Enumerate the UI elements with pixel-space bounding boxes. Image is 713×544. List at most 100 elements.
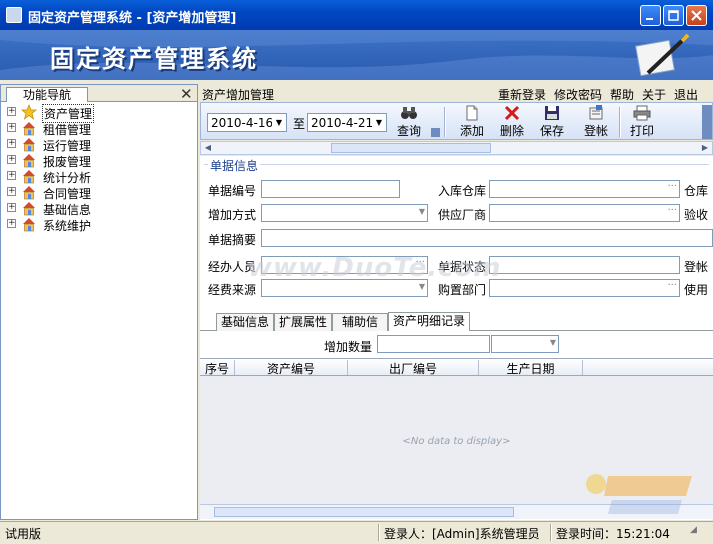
delete-label: 删除 bbox=[499, 124, 524, 138]
section-title: 单据信息 bbox=[208, 157, 261, 174]
tab-nav[interactable]: 功能导航 bbox=[6, 87, 89, 102]
help-link[interactable]: 帮助 bbox=[610, 86, 634, 103]
expand-icon[interactable]: + bbox=[7, 187, 16, 196]
expand-icon[interactable]: + bbox=[7, 107, 16, 116]
resize-grip-icon[interactable]: ◢ bbox=[690, 525, 697, 535]
doc-status-input[interactable] bbox=[489, 256, 680, 274]
toolbar-overflow-icon[interactable] bbox=[702, 105, 712, 139]
toolbar-scrollbar[interactable]: ◀ ▶ bbox=[200, 141, 713, 155]
tab-extended[interactable]: 扩展属性 bbox=[274, 313, 332, 331]
nav-panel-header: 功能导航 ✕ bbox=[1, 85, 197, 103]
scroll-thumb[interactable] bbox=[214, 507, 514, 517]
summary-label: 单据摘要 bbox=[208, 233, 257, 247]
chevron-down-icon[interactable]: ▼ bbox=[419, 282, 425, 291]
nav-item-label: 运行管理 bbox=[43, 139, 92, 153]
change-password-link[interactable]: 修改密码 bbox=[554, 86, 602, 103]
banner: 固定资产管理系统 bbox=[0, 30, 713, 80]
maximize-button[interactable] bbox=[663, 5, 684, 26]
query-label: 查询 bbox=[396, 124, 421, 138]
post-button[interactable]: 登帐 bbox=[581, 105, 611, 139]
minimize-icon bbox=[646, 18, 653, 20]
doc-no-input[interactable] bbox=[261, 180, 400, 198]
page-title: 资产增加管理 bbox=[202, 88, 275, 102]
delete-button[interactable]: 删除 bbox=[497, 105, 527, 139]
expand-icon[interactable]: + bbox=[7, 171, 16, 180]
expand-icon[interactable]: + bbox=[7, 123, 16, 132]
brand-title: 固定资产管理系统 bbox=[50, 45, 258, 73]
tab-basic-info[interactable]: 基础信息 bbox=[216, 313, 274, 331]
ellipsis-icon[interactable]: ··· bbox=[667, 181, 677, 192]
supplier-input[interactable]: ··· bbox=[489, 204, 680, 222]
chevron-down-icon[interactable]: ▼ bbox=[550, 338, 556, 347]
pen-icon bbox=[635, 33, 690, 77]
house-icon bbox=[23, 138, 35, 152]
relogin-link[interactable]: 重新登录 bbox=[498, 86, 546, 103]
add-method-label: 增加方式 bbox=[208, 208, 257, 222]
toolbar-separator bbox=[619, 107, 621, 137]
col-seq[interactable]: 序号 bbox=[200, 360, 235, 376]
date-from-value: 2010-4-16 bbox=[211, 116, 274, 130]
document-form: 单据信息 单据编号 入库仓库 ··· 仓库 增加方式 ▼ 供应厂商 ··· 验收… bbox=[200, 156, 713, 311]
print-button[interactable]: 打印 bbox=[627, 105, 657, 139]
detail-tabs: 基础信息 扩展属性 辅助信息 资产明细记录 bbox=[200, 311, 713, 345]
toolbar-grip-icon[interactable] bbox=[431, 128, 440, 137]
chevron-down-icon[interactable]: ▼ bbox=[372, 114, 386, 131]
close-icon bbox=[691, 10, 702, 21]
warehouse-in-input[interactable]: ··· bbox=[489, 180, 680, 198]
tab-auxiliary[interactable]: 辅助信息 bbox=[332, 313, 388, 345]
trial-status: 试用版 bbox=[5, 527, 42, 541]
expand-icon[interactable]: + bbox=[7, 219, 16, 228]
post-status-label: 登帐 bbox=[684, 260, 709, 274]
nav-close-icon[interactable]: ✕ bbox=[180, 85, 193, 103]
close-button[interactable] bbox=[686, 5, 707, 26]
about-link[interactable]: 关于 bbox=[642, 86, 666, 103]
watermark-text: www.DuoTe.com bbox=[248, 253, 502, 283]
expand-icon[interactable]: + bbox=[7, 139, 16, 148]
col-factory-no[interactable]: 出厂编号 bbox=[348, 360, 479, 376]
purchase-dept-label: 购置部门 bbox=[438, 283, 487, 297]
new-document-icon bbox=[466, 105, 478, 121]
date-separator: 至 bbox=[293, 117, 306, 131]
purchase-dept-input[interactable]: ··· bbox=[489, 279, 680, 297]
scroll-right-icon[interactable]: ▶ bbox=[699, 143, 711, 153]
chevron-down-icon[interactable]: ▼ bbox=[419, 207, 425, 216]
summary-input[interactable] bbox=[261, 229, 713, 247]
qty-unit-select[interactable]: ▼ bbox=[491, 335, 559, 353]
printer-icon bbox=[633, 105, 651, 121]
scroll-thumb[interactable] bbox=[331, 143, 491, 153]
window-title: 固定资产管理系统 - [资产增加管理] bbox=[28, 11, 237, 26]
col-prod-date[interactable]: 生产日期 bbox=[479, 360, 583, 376]
warehouse-label: 仓库 bbox=[684, 184, 709, 198]
add-method-select[interactable]: ▼ bbox=[261, 204, 428, 222]
scroll-left-icon[interactable]: ◀ bbox=[202, 143, 214, 153]
binoculars-icon bbox=[401, 107, 417, 119]
ellipsis-icon[interactable]: ··· bbox=[667, 280, 677, 291]
doc-no-label: 单据编号 bbox=[208, 184, 257, 198]
date-from-picker[interactable]: 2010-4-16 ▼ bbox=[207, 113, 287, 132]
login-time: 登录时间：15:21:04 bbox=[556, 527, 670, 541]
ledger-icon bbox=[589, 105, 603, 120]
chevron-down-icon[interactable]: ▼ bbox=[272, 114, 286, 131]
expand-icon[interactable]: + bbox=[7, 155, 16, 164]
save-button[interactable]: 保存 bbox=[537, 105, 567, 139]
minimize-button[interactable] bbox=[640, 5, 661, 26]
query-button[interactable]: 查询 bbox=[395, 105, 423, 139]
date-to-picker[interactable]: 2010-4-21 ▼ bbox=[307, 113, 387, 132]
qty-label: 增加数量 bbox=[324, 340, 373, 354]
qty-input[interactable] bbox=[377, 335, 490, 353]
exit-link[interactable]: 退出 bbox=[674, 86, 698, 103]
expand-icon[interactable]: + bbox=[7, 203, 16, 212]
date-to-value: 2010-4-21 bbox=[311, 116, 374, 130]
status-bar: 试用版 登录人：[Admin]系统管理员 登录时间：15:21:04 ◢ bbox=[0, 521, 713, 544]
star-icon bbox=[21, 104, 37, 120]
use-label: 使用 bbox=[684, 283, 709, 297]
section-divider bbox=[204, 164, 709, 165]
accept-label: 验收 bbox=[684, 208, 709, 222]
house-icon bbox=[23, 154, 35, 168]
print-label: 打印 bbox=[629, 124, 654, 138]
tab-asset-detail[interactable]: 资产明细记录 bbox=[388, 312, 470, 331]
ellipsis-icon[interactable]: ··· bbox=[667, 205, 677, 216]
col-asset-no[interactable]: 资产编号 bbox=[235, 360, 348, 376]
add-button[interactable]: 添加 bbox=[457, 105, 487, 139]
status-separator bbox=[378, 524, 380, 541]
